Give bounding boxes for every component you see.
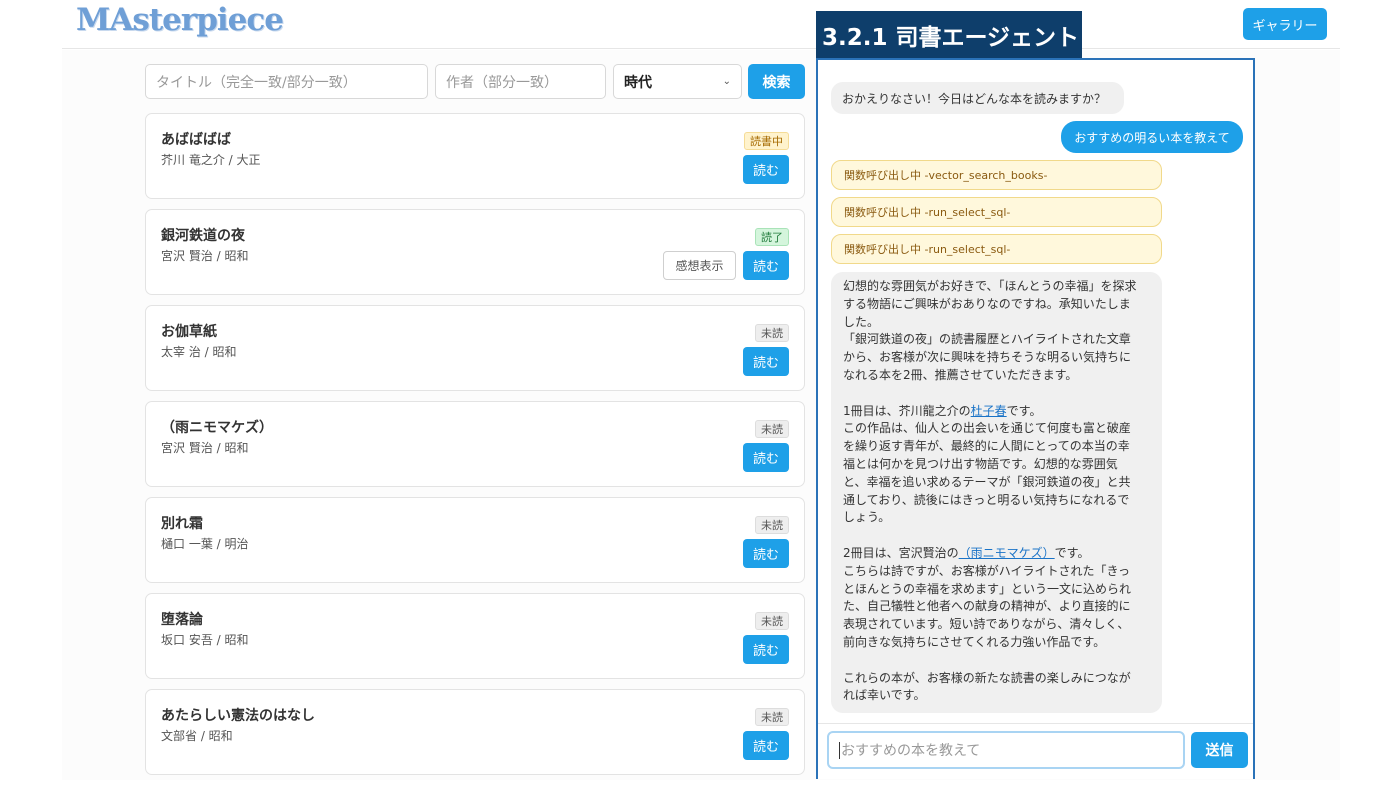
status-badge: 未読	[755, 420, 789, 438]
search-button[interactable]: 検索	[748, 64, 805, 99]
reply-line: しょう。	[843, 510, 891, 525]
reply-line: 通しており、読後にはきっと明るい気持ちになれるで	[843, 492, 1130, 507]
chat-input-placeholder: おすすめの本を教えて	[841, 743, 981, 759]
app-logo[interactable]: MAsterpiece	[76, 2, 284, 38]
read-button[interactable]: 読む	[743, 347, 789, 376]
status-badge: 未読	[755, 708, 789, 726]
function-call-indicator: 関数呼び出し中 -vector_search_books-	[831, 160, 1162, 190]
book-meta: 坂口 安吾 / 昭和	[161, 633, 249, 647]
user-message: おすすめの明るい本を教えて	[1061, 121, 1243, 153]
reply-line: 前向きな気持ちにさせてくれる力強い作品です。	[843, 634, 1106, 649]
reply-line: から、お客様が次に興味を持ちそうな明るい気持ちに	[843, 350, 1132, 365]
reply-line: 福とは何かを見つけ出す物語です。幻想的な雰囲気	[843, 456, 1118, 471]
book-title[interactable]: お伽草紙	[161, 321, 217, 341]
read-button[interactable]: 読む	[743, 731, 789, 760]
reply-text: 1冊目は、芥川龍之介の	[843, 403, 971, 418]
book-meta: 文部省 / 昭和	[161, 729, 233, 743]
status-badge: 読書中	[744, 132, 789, 150]
book-meta: 太宰 治 / 昭和	[161, 345, 237, 359]
read-button[interactable]: 読む	[743, 251, 789, 280]
reply-line: と、幸福を追い求めるテーマが「銀河鉄道の夜」と共	[843, 474, 1131, 489]
era-select[interactable]: 時代 ⌄	[613, 64, 742, 99]
book-card: あばばばば 芥川 竜之介 / 大正 読書中 読む	[145, 113, 805, 199]
read-button[interactable]: 読む	[743, 635, 789, 664]
book-title[interactable]: （雨ニモマケズ）	[161, 417, 273, 437]
book-title[interactable]: 別れ霜	[161, 513, 203, 533]
status-badge: 未読	[755, 324, 789, 342]
bot-recommendation-message: 幻想的な雰囲気がお好きで、「ほんとうの幸福」を探求 する物語にご興味がおありなの…	[831, 272, 1162, 713]
gallery-button[interactable]: ギャラリー	[1243, 8, 1327, 40]
show-review-button[interactable]: 感想表示	[663, 251, 736, 280]
app-header: MAsterpiece ギャラリー	[62, 0, 1340, 49]
book-link-ame-ni-mo-makezu[interactable]: （雨ニモマケズ）	[959, 546, 1055, 560]
reply-line: 1冊目は、芥川龍之介の杜子春です。	[843, 403, 1150, 421]
book-meta: 樋口 一葉 / 明治	[161, 537, 249, 551]
reply-line: する物語にご興味がおありなのですね。承知いたしま	[843, 296, 1131, 311]
reply-line: なれる本を2冊、推薦させていただきます。	[843, 367, 1078, 382]
read-button[interactable]: 読む	[743, 155, 789, 184]
chevron-down-icon: ⌄	[722, 76, 731, 87]
book-meta: 宮沢 賢治 / 昭和	[161, 441, 249, 455]
reply-line: とほんとうの幸福を求めます」という一文に込められ	[843, 581, 1132, 596]
book-meta: 芥川 竜之介 / 大正	[161, 153, 261, 167]
book-title[interactable]: 銀河鉄道の夜	[161, 225, 245, 245]
chat-footer: おすすめの本を教えて 送信	[818, 723, 1253, 779]
book-card: お伽草紙 太宰 治 / 昭和 未読 読む	[145, 305, 805, 391]
author-search-input[interactable]: 作者（部分一致）	[435, 64, 606, 99]
reply-text: 2冊目は、宮沢賢治の	[843, 545, 959, 560]
chat-input[interactable]: おすすめの本を教えて	[827, 731, 1185, 769]
reply-line: 2冊目は、宮沢賢治の（雨ニモマケズ）です。	[843, 545, 1150, 563]
status-badge: 未読	[755, 516, 789, 534]
chat-panel: おかえりなさい！今日はどんな本を読みますか？ おすすめの明るい本を教えて 関数呼…	[816, 58, 1255, 779]
era-select-value: 時代	[624, 74, 652, 91]
title-search-input[interactable]: タイトル（完全一致/部分一致）	[145, 64, 428, 99]
function-call-indicator: 関数呼び出し中 -run_select_sql-	[831, 197, 1162, 227]
author-search-placeholder: 作者（部分一致）	[446, 74, 558, 91]
book-title[interactable]: あたらしい憲法のはなし	[161, 705, 315, 725]
status-badge: 未読	[755, 612, 789, 630]
section-label: 3.2.1 司書エージェント	[816, 11, 1082, 58]
book-card: （雨ニモマケズ） 宮沢 賢治 / 昭和 未読 読む	[145, 401, 805, 487]
reply-line: た、自己犠牲と他者への献身の精神が、より直接的に	[843, 599, 1131, 614]
reply-text: です。	[1054, 545, 1090, 560]
reply-text: です。	[1006, 403, 1042, 418]
send-button[interactable]: 送信	[1191, 732, 1248, 768]
book-title[interactable]: あばばばば	[161, 129, 231, 149]
function-call-indicator: 関数呼び出し中 -run_select_sql-	[831, 234, 1162, 264]
reply-line: 表現されています。短い詩でありながら、清々しく、	[843, 617, 1130, 632]
reply-line: こちらは詩ですが、お客様がハイライトされた「きっ	[843, 563, 1131, 578]
book-meta: 宮沢 賢治 / 昭和	[161, 249, 249, 263]
app-page: MAsterpiece ギャラリー タイトル（完全一致/部分一致） 作者（部分一…	[0, 0, 1400, 787]
book-link-toshishun[interactable]: 杜子春	[971, 404, 1007, 418]
reply-line: を繰り返す青年が、最終的に人間にとっての本当の幸	[843, 439, 1130, 454]
reply-line: れば幸いです。	[843, 688, 926, 703]
reply-line: 「銀河鉄道の夜」の読書履歴とハイライトされた文章	[843, 332, 1131, 347]
status-badge: 読了	[755, 228, 789, 246]
reply-line: した。	[843, 314, 880, 329]
bot-message: おかえりなさい！今日はどんな本を読みますか？	[831, 82, 1124, 114]
book-card: あたらしい憲法のはなし 文部省 / 昭和 未読 読む	[145, 689, 805, 775]
reply-line: これらの本が、お客様の新たな読書の楽しみにつなが	[843, 670, 1131, 685]
title-search-placeholder: タイトル（完全一致/部分一致）	[156, 74, 357, 91]
book-title[interactable]: 堕落論	[161, 609, 203, 629]
read-button[interactable]: 読む	[743, 443, 789, 472]
text-caret	[839, 741, 840, 759]
reply-line: 幻想的な雰囲気がお好きで、「ほんとうの幸福」を探求	[843, 279, 1137, 293]
read-button[interactable]: 読む	[743, 539, 789, 568]
reply-line: この作品は、仙人との出会いを通じて何度も富と破産	[843, 421, 1131, 436]
book-card: 堕落論 坂口 安吾 / 昭和 未読 読む	[145, 593, 805, 679]
book-card: 別れ霜 樋口 一葉 / 明治 未読 読む	[145, 497, 805, 583]
book-card: 銀河鉄道の夜 宮沢 賢治 / 昭和 読了 感想表示 読む	[145, 209, 805, 295]
